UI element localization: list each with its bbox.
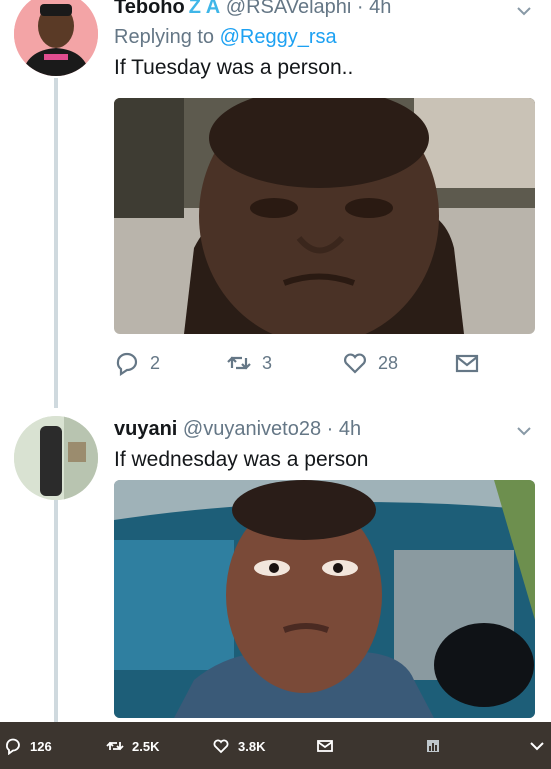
envelope-icon	[455, 354, 479, 373]
bottom-action-bar: 126 2.5K 3.8K	[0, 722, 551, 769]
envelope-icon	[317, 740, 333, 752]
bar-reply-button[interactable]: 126	[4, 737, 52, 755]
direct-message-button[interactable]	[454, 350, 490, 376]
separator: ·	[326, 418, 334, 440]
tweet-header: vuyani @vuyaniveto28 · 4h	[114, 416, 535, 442]
chevron-down-icon	[530, 742, 544, 751]
tweet-text: If wednesday was a person	[114, 448, 369, 471]
timestamp[interactable]: 4h	[339, 418, 361, 440]
bar-more-button[interactable]	[528, 737, 551, 755]
handle[interactable]: @RSAVelaphi	[226, 0, 352, 18]
bar-like-button[interactable]: 3.8K	[212, 737, 265, 755]
tweet-image[interactable]	[114, 98, 535, 334]
tweet-content: Teboho Z A @RSAVelaphi · 4h Replying to @…	[114, 0, 535, 82]
tweet-header: Teboho Z A @RSAVelaphi · 4h	[114, 0, 535, 20]
avatar[interactable]	[14, 416, 98, 500]
like-count: 28	[378, 352, 399, 373]
reply-to-link[interactable]: @Reggy_rsa	[220, 26, 337, 48]
tweet[interactable]: vuyani @vuyaniveto28 · 4h If wednesday w…	[0, 410, 551, 720]
separator: ·	[356, 0, 364, 18]
retweet-button[interactable]: 3	[226, 350, 272, 376]
bar-retweet-button[interactable]: 2.5K	[106, 737, 159, 755]
reply-prefix: Replying to	[114, 26, 215, 48]
handle[interactable]: @vuyaniveto28	[183, 418, 321, 440]
bar-stats-button[interactable]	[424, 737, 450, 755]
retweet-count: 3	[262, 352, 273, 373]
bar-message-button[interactable]	[316, 737, 342, 755]
chart-icon	[427, 740, 439, 752]
bar-retweet-count: 2.5K	[132, 738, 160, 754]
chevron-down-icon[interactable]	[515, 422, 533, 440]
tweet[interactable]: Teboho Z A @RSAVelaphi · 4h Replying to @…	[0, 0, 551, 400]
retweet-icon	[227, 356, 251, 370]
chevron-down-icon[interactable]	[515, 2, 533, 20]
replying-to: Replying to @Reggy_rsa	[114, 24, 535, 50]
bar-like-count: 3.8K	[238, 738, 266, 754]
timestamp[interactable]: 4h	[369, 0, 391, 18]
reply-button[interactable]: 2	[114, 350, 160, 376]
heart-icon	[213, 739, 229, 754]
tweet-text: If Tuesday was a person..	[114, 56, 354, 79]
avatar[interactable]	[14, 0, 98, 76]
reply-count: 2	[150, 352, 161, 373]
tweet-image[interactable]	[114, 480, 535, 718]
heart-icon	[344, 353, 366, 374]
tweet-actions: 2 3 28	[114, 350, 535, 380]
retweet-icon	[106, 741, 124, 751]
display-name[interactable]: Teboho	[114, 0, 185, 18]
reply-icon	[116, 352, 138, 376]
like-button[interactable]: 28	[342, 350, 398, 376]
bar-reply-count: 126	[30, 738, 52, 754]
name-decoration: Z A	[188, 0, 221, 18]
tweet-content: vuyani @vuyaniveto28 · 4h If wednesday w…	[114, 416, 535, 474]
display-name[interactable]: vuyani	[114, 418, 177, 440]
reply-icon	[6, 738, 20, 755]
